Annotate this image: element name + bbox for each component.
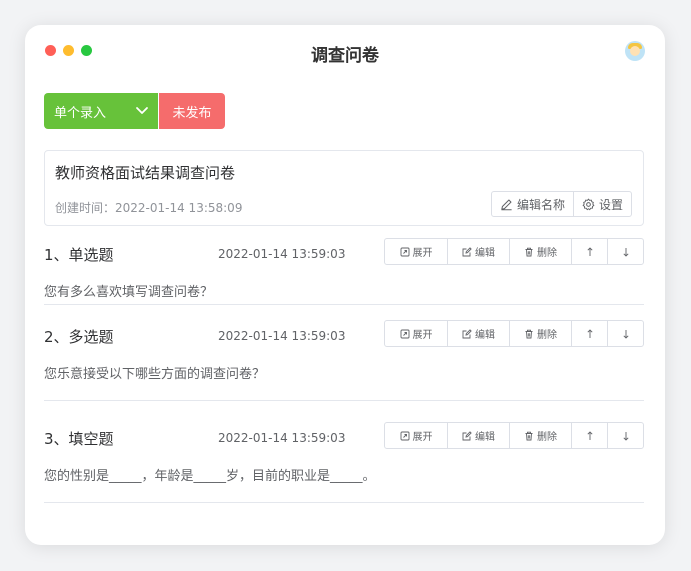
question-actions: 展开 编辑 删除 [384, 320, 644, 347]
delete-label: 删除 [537, 432, 557, 443]
trash-icon [525, 329, 533, 338]
expand-icon [400, 329, 409, 338]
edit-button[interactable]: 编辑 [447, 321, 509, 346]
edit-label: 编辑 [475, 248, 495, 259]
edit-icon [462, 430, 472, 440]
delete-button[interactable]: 删除 [509, 239, 571, 264]
user-avatar[interactable] [625, 41, 645, 61]
move-up-button[interactable] [571, 239, 607, 264]
question-actions: 展开 编辑 删除 [384, 422, 644, 449]
title-bar: 调查问卷 [25, 25, 665, 81]
delete-button[interactable]: 删除 [509, 321, 571, 346]
divider [44, 400, 644, 401]
delete-label: 删除 [537, 248, 557, 259]
question-title: 3、填空题 [44, 430, 114, 448]
arrow-down-icon [622, 431, 629, 441]
question-text: 您的性别是_____，年龄是_____岁，目前的职业是_____。 [44, 469, 376, 484]
expand-label: 展开 [412, 432, 433, 443]
move-down-button[interactable] [607, 321, 643, 346]
window-title: 调查问卷 [311, 46, 379, 66]
gear-icon [582, 198, 595, 210]
pencil-icon [501, 199, 512, 210]
avatar-face [630, 46, 640, 56]
edit-icon [462, 246, 472, 256]
delete-button[interactable]: 删除 [509, 423, 571, 448]
toolbar: 单个录入 未发布 [44, 93, 225, 129]
expand-button[interactable]: 展开 [385, 321, 447, 346]
settings-label: 设置 [598, 197, 623, 212]
move-down-button[interactable] [607, 239, 643, 264]
entry-mode-label: 单个录入 [54, 105, 107, 121]
expand-label: 展开 [412, 330, 433, 341]
edit-name-button[interactable]: 编辑名称 [492, 192, 573, 216]
arrow-up-icon [586, 430, 593, 440]
settings-button[interactable]: 设置 [572, 192, 631, 216]
delete-label: 删除 [537, 330, 557, 341]
expand-label: 展开 [412, 248, 433, 259]
edit-label: 编辑 [475, 432, 495, 443]
move-down-button[interactable] [607, 423, 643, 448]
edit-button[interactable]: 编辑 [447, 239, 509, 264]
edit-label: 编辑 [475, 330, 495, 341]
trash-icon [525, 247, 533, 256]
entry-mode-dropdown[interactable]: 单个录入 [44, 93, 158, 129]
survey-actions: 编辑名称 设置 [490, 191, 632, 217]
question-title: 2、多选题 [44, 328, 114, 346]
question-time: 2022-01-14 13:59:03 [218, 329, 346, 343]
move-up-button[interactable] [571, 423, 607, 448]
question-time: 2022-01-14 13:59:03 [218, 247, 346, 261]
trash-icon [525, 431, 533, 440]
expand-icon [400, 431, 409, 440]
edit-name-label: 编辑名称 [516, 197, 565, 212]
survey-info-card: 教师资格面试结果调查问卷 创建时间：2022-01-14 13:58:09 编辑… [44, 150, 644, 226]
chevron-down-icon [136, 107, 148, 114]
question-text: 您有多么喜欢填写调查问卷？ [44, 285, 214, 300]
question-text: 您乐意接受以下哪些方面的调查问卷？ [44, 367, 266, 382]
move-up-button[interactable] [571, 321, 607, 346]
divider [44, 502, 644, 503]
survey-created-time: 创建时间：2022-01-14 13:58:09 [55, 201, 243, 215]
edit-button[interactable]: 编辑 [447, 423, 509, 448]
expand-button[interactable]: 展开 [385, 239, 447, 264]
survey-name: 教师资格面试结果调查问卷 [55, 164, 236, 182]
arrow-up-icon [586, 246, 593, 256]
arrow-down-icon [622, 329, 629, 339]
divider [44, 304, 644, 305]
expand-icon [400, 247, 409, 256]
question-title: 1、单选题 [44, 246, 114, 264]
question-actions: 展开 编辑 删除 [384, 238, 644, 265]
expand-button[interactable]: 展开 [385, 423, 447, 448]
arrow-down-icon [622, 247, 629, 257]
publish-status-button[interactable]: 未发布 [159, 93, 225, 129]
arrow-up-icon [586, 328, 593, 338]
edit-icon [462, 328, 472, 338]
question-time: 2022-01-14 13:59:03 [218, 431, 346, 445]
